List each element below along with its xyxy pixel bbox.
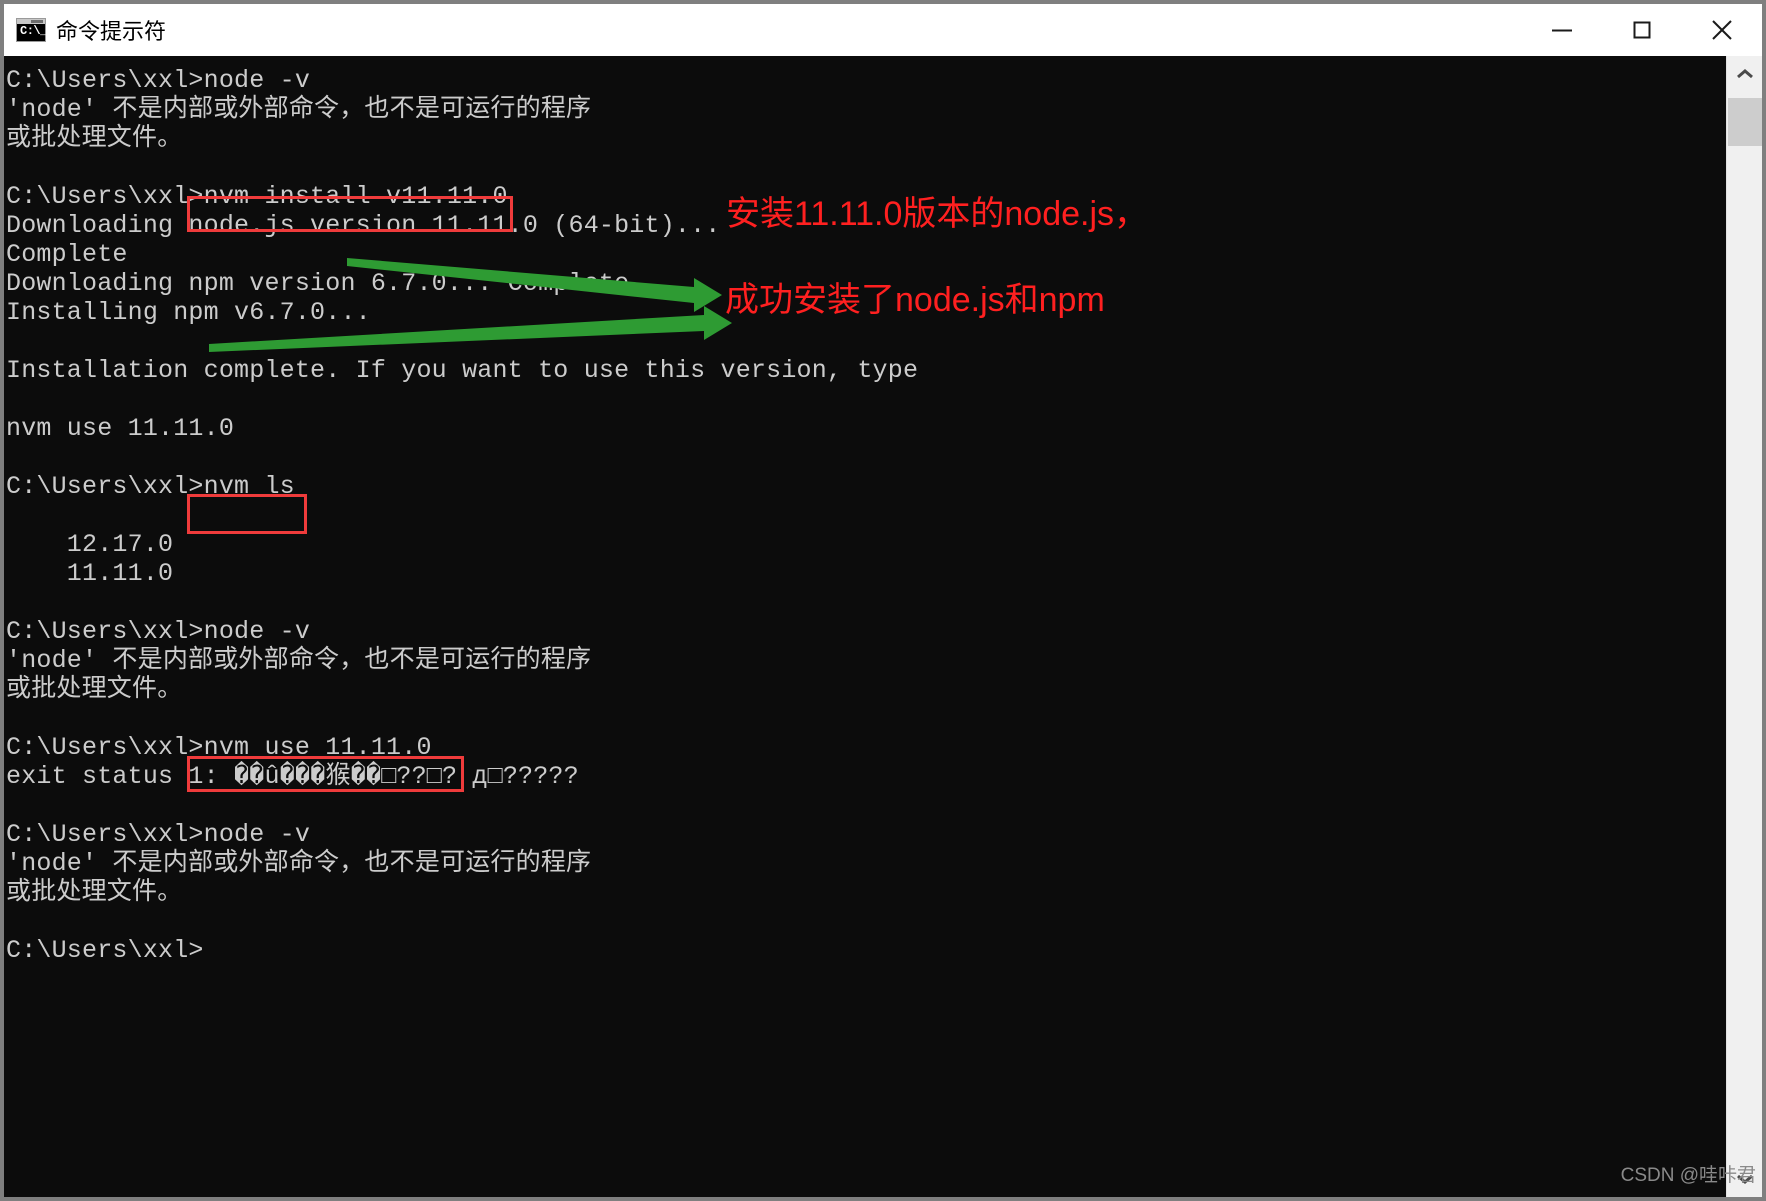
window-title: 命令提示符 [56,19,167,44]
terminal-line: 'node' 不是内部或外部命令，也不是可运行的程序 [6,95,592,124]
maximize-button[interactable] [1602,4,1682,56]
scroll-up-button[interactable] [1727,56,1762,92]
console-output-area[interactable]: C:\Users\xxl>node -v'node' 不是内部或外部命令，也不是… [4,56,1726,1197]
terminal-line: 11.11.0 [6,559,174,588]
titlebar-left: C:\_ 命令提示符 [4,4,1522,56]
terminal-line: nvm use 11.11.0 [6,414,235,443]
terminal-line: 或批处理文件。 [6,124,183,153]
terminal-line: 'node' 不是内部或外部命令，也不是可运行的程序 [6,646,592,675]
minimize-icon [1552,29,1572,32]
csdn-watermark: CSDN @哇咔君 [1620,1165,1756,1186]
terminal-line: 或批处理文件。 [6,675,183,704]
terminal-line: exit status 1: ��û���猴��□??□? д□????? [6,762,579,791]
terminal-line: Downloading npm version 6.7.0... Complet… [6,269,630,298]
terminal-line: C:\Users\xxl>nvm use 11.11.0 [6,733,432,762]
terminal-line: C:\Users\xxl>nvm ls [6,472,295,501]
terminal-line: C:\Users\xxl>nvm install v11.11.0 [6,182,508,211]
close-button[interactable] [1682,4,1762,56]
terminal-line: C:\Users\xxl>node -v [6,820,311,849]
terminal-line: Downloading node.js version 11.11.0 (64-… [6,211,721,240]
command-prompt-window: C:\_ 命令提示符 C:\Users\xxl>node -v'node' 不是… [4,4,1762,1197]
terminal-line: C:\Users\xxl>node -v [6,617,311,646]
terminal-line: Complete [6,240,128,269]
terminal-line: Installation complete. If you want to us… [6,356,919,385]
scrollbar-thumb[interactable] [1728,98,1762,146]
terminal-line: 12.17.0 [6,530,174,559]
terminal-line: C:\Users\xxl> [6,936,204,965]
chevron-up-icon [1737,69,1753,79]
maximize-icon [1633,21,1651,39]
vertical-scrollbar[interactable] [1726,56,1762,1197]
cmd-icon: C:\_ [16,18,47,42]
terminal-line: C:\Users\xxl>node -v [6,66,311,95]
terminal-line: 或批处理文件。 [6,878,183,907]
terminal-line: Installing npm v6.7.0... [6,298,371,327]
terminal-text: C:\Users\xxl>node -v'node' 不是内部或外部命令，也不是… [4,56,918,965]
terminal-line: 'node' 不是内部或外部命令，也不是可运行的程序 [6,849,592,878]
window-titlebar[interactable]: C:\_ 命令提示符 [4,4,1762,56]
cmd-icon-glyph: C:\_ [20,24,47,38]
minimize-button[interactable] [1522,4,1602,56]
close-icon [1712,20,1732,40]
